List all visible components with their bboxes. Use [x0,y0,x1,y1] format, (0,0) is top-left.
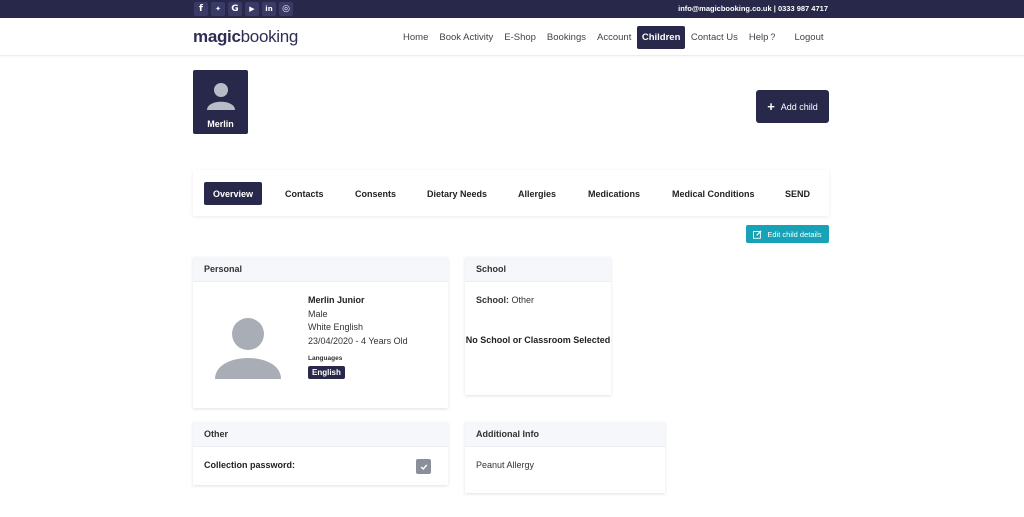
edit-icon [753,229,762,239]
nav-children[interactable]: Children [636,26,686,49]
other-panel-title: Other [193,422,448,447]
tab-consents[interactable]: Consents [346,182,405,205]
user-avatar-icon [205,81,237,111]
child-card-merlin[interactable]: Merlin [193,70,248,134]
nav-bookings[interactable]: Bookings [541,26,591,49]
child-avatar-icon [213,317,283,381]
additional-info-value: Peanut Allergy [476,460,535,470]
nav-home[interactable]: Home [398,26,434,49]
linkedin-icon[interactable]: in [262,2,276,16]
edit-child-details-button[interactable]: Edit child details [746,225,829,243]
school-panel: School School: Other No School or Classr… [465,257,611,395]
tab-dietary-needs[interactable]: Dietary Needs [418,182,496,205]
nav-contact-us[interactable]: Contact Us [685,26,743,49]
add-child-label: Add child [780,101,818,112]
nav-book-activity[interactable]: Book Activity [434,26,499,49]
additional-info-panel: Additional Info Peanut Allergy [465,422,665,493]
tab-contacts[interactable]: Contacts [276,182,333,205]
collection-password-label: Collection password: [204,460,296,470]
tab-medical-conditions[interactable]: Medical Conditions [663,182,764,205]
twitter-icon[interactable]: ✦ [211,2,225,16]
child-ethnicity: White English [308,322,364,332]
nav-help-label: Help [748,32,769,43]
personal-info: Merlin Junior Male White English 23/04/2… [308,294,408,380]
tab-send[interactable]: SEND [776,182,819,205]
nav-eshop[interactable]: E-Shop [499,26,542,49]
nav-help[interactable]: Help? [743,26,781,49]
school-label: School: [476,295,509,305]
contact-info[interactable]: info@magicbooking.co.uk | 0333 987 4717 [678,4,828,13]
google-icon[interactable]: G [228,2,242,16]
other-panel: Other Collection password: [193,422,448,485]
check-icon [420,464,427,470]
question-icon: ? [770,32,776,42]
logo-part-magic: magic [193,27,241,46]
child-tabs: Overview Contacts Consents Dietary Needs… [193,170,829,216]
youtube-icon[interactable]: ▶ [245,2,259,16]
school-value: Other [511,295,535,305]
school-row: School: Other [476,295,534,305]
collection-password-checkbox[interactable] [416,459,431,474]
main-header: magicbooking Home Book Activity E-Shop B… [0,18,1024,56]
nav-logout[interactable]: Logout [789,26,829,49]
instagram-icon[interactable]: ◎ [279,2,293,16]
languages-label: Languages [308,355,343,362]
school-panel-title: School [465,257,611,282]
child-dob: 23/04/2020 - 4 Years Old [308,335,408,346]
language-badge: English [308,366,345,379]
facebook-icon[interactable]: f [194,2,208,16]
no-school-message: No School or Classroom Selected [465,335,611,345]
personal-panel-title: Personal [193,257,448,282]
personal-panel: Personal Merlin Junior Male White Englis… [193,257,448,408]
tab-overview[interactable]: Overview [204,182,263,205]
tab-medications[interactable]: Medications [579,182,649,205]
top-bar: f ✦ G ▶ in ◎ info@magicbooking.co.uk | 0… [0,0,1024,18]
child-gender: Male [308,308,328,319]
child-card-name: Merlin [207,119,234,129]
logo[interactable]: magicbooking [193,27,298,47]
logo-part-booking: booking [240,27,299,46]
nav-account[interactable]: Account [592,26,637,49]
add-child-button[interactable]: + Add child [756,90,829,123]
main-nav: Home Book Activity E-Shop Bookings Accou… [398,26,829,49]
social-links: f ✦ G ▶ in ◎ [194,2,293,16]
tab-allergies[interactable]: Allergies [509,182,565,205]
plus-icon: + [767,99,775,114]
edit-child-details-label: Edit child details [767,229,822,239]
additional-info-title: Additional Info [465,422,665,447]
child-full-name: Merlin Junior [308,295,365,305]
